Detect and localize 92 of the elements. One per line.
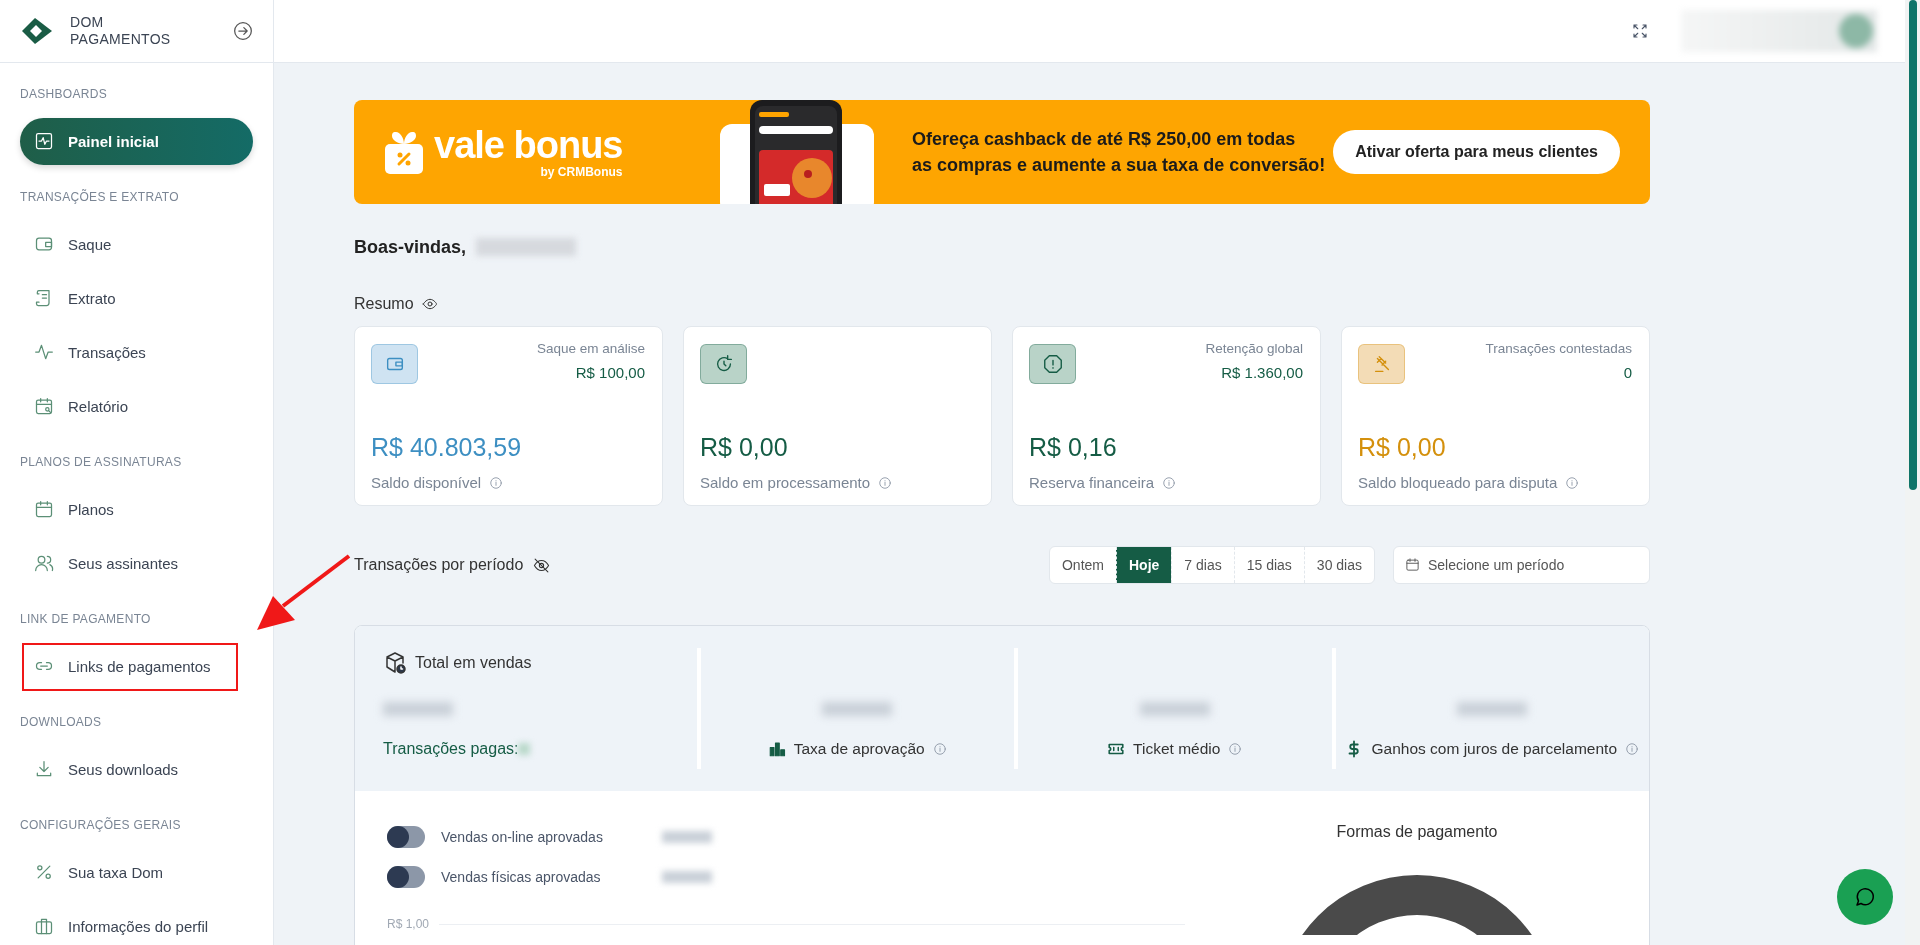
brand-tagline: by CRMBonus [539,165,623,179]
wallet-icon [371,344,418,384]
balance-label: Reserva financeira [1029,474,1155,491]
nav-item[interactable]: Informações do perfil [20,902,253,945]
info-icon [1228,742,1243,756]
gavel-icon [1358,344,1405,384]
brand-logo-text: vale bonus [434,125,623,165]
balance-amount: R$ 0,00 [700,433,789,462]
card-caption: Saque em análise [536,341,645,356]
paid-transactions-label: Transações pagas: [383,740,519,758]
period-tab[interactable]: Hoje [1116,547,1172,583]
calendar-icon [34,396,54,416]
nav-item[interactable]: Painel inicial [20,117,253,165]
metric-label: Taxa de aprovação [793,740,925,758]
greeting-text: Boas-vindas, [354,236,467,258]
blurred-value [1457,702,1528,716]
nav-item[interactable]: Transações [20,328,253,376]
logo-icon [20,16,54,46]
refresh-icon [700,344,747,384]
eye-icon[interactable] [421,296,438,312]
nav-item[interactable]: Seus downloads [20,745,253,793]
scrollbar[interactable] [1905,0,1920,945]
card-caption-value: R$ 100,00 [574,364,645,381]
toggle-switch[interactable] [387,866,425,888]
info-icon [1162,475,1177,490]
card-caption: Transações contestadas [1485,341,1632,356]
bar-chart-icon [767,740,786,758]
collapse-button[interactable] [233,21,253,41]
toggle-switch[interactable] [387,826,425,848]
balance-label: Saldo bloqueado para disputa [1358,474,1558,491]
chart-title: Formas de pagamento [1336,823,1498,841]
briefcase-icon [34,916,54,936]
metric-label: Ganhos com juros de parcelamento [1371,740,1618,758]
nav-item[interactable]: Extrato [20,274,253,322]
alert-icon [1029,344,1076,384]
nav-item[interactable]: Seus assinantes [20,539,253,587]
section-title: LINK DE PAGAMENTO [20,611,152,628]
info-icon [1625,742,1640,756]
section-title: TRANSAÇÕES E EXTRATO [20,188,180,206]
period-tab[interactable]: 7 dias [1171,547,1234,583]
nav-item[interactable]: Planos [20,485,253,533]
nav-item[interactable]: Saque [20,220,253,268]
users-icon [34,553,54,573]
info-icon [1565,475,1580,490]
nav-item[interactable]: Sua taxa Dom [20,848,253,896]
toggle-label: Vendas físicas aprovadas [441,869,602,885]
nav-item[interactable]: Relatório [20,382,253,430]
section-title: PLANOS DE ASSINATURAS [20,454,183,471]
section-title: CONFIGURAÇÕES GERAIS [20,816,182,834]
toggle-label: Vendas on-line aprovadas [441,829,604,845]
blurred-value [383,702,453,716]
section-title: Resumo [354,295,414,313]
balance-label: Saldo disponível [371,474,482,491]
metric-label: Ticket médio [1133,740,1221,758]
box-clock-icon [383,651,407,675]
percent-icon [34,862,54,882]
section-title: Transações por período [354,556,524,574]
card-caption-value: R$ 1.360,00 [1220,364,1303,381]
period-tab[interactable]: Ontem [1049,547,1116,583]
info-icon [932,742,947,756]
info-icon [489,475,504,490]
blurred-value [1139,702,1210,716]
blurred-value [662,871,712,883]
pulse-icon [34,342,54,362]
blurred-value [662,831,712,843]
card-caption: Retenção global [1205,341,1303,356]
calendar-icon [1405,557,1420,572]
balance-amount: R$ 40.803,59 [371,433,523,462]
blurred-value [518,743,531,755]
period-tab[interactable]: 30 dias [1303,547,1374,583]
balance-label: Saldo em processamento [700,474,871,491]
blurred-value [822,702,893,716]
promo-text: Ofereça cashback de até R$ 250,00 em todas as compras e aumente a sua taxa de conversão! [912,128,1326,177]
download-icon [34,759,54,779]
panel-title: Total em vendas [415,654,532,672]
pulse-icon [34,131,54,151]
card-caption-value: 0 [1622,364,1632,381]
nav-item[interactable]: Links de pagamentos [20,642,253,690]
calendar-icon [34,499,54,519]
date-range-field[interactable]: Selecione um período [1393,546,1650,584]
chat-bubble-icon [1853,885,1877,909]
section-title: DOWNLOADS [20,714,103,731]
activate-offer-button[interactable]: Ativar oferta para meus clientes [1333,130,1620,174]
balance-amount: R$ 0,16 [1029,433,1118,462]
section-title: DASHBOARDS [20,86,109,103]
eye-off-icon[interactable] [533,556,551,574]
brand-name: DOM PAGAMENTOS [70,14,172,48]
fullscreen-button[interactable] [1631,22,1649,40]
info-icon [878,475,893,490]
balance-amount: R$ 0,00 [1358,433,1447,462]
period-tab[interactable]: 15 dias [1233,547,1304,583]
axis-label: R$ 1,00 [387,917,430,931]
